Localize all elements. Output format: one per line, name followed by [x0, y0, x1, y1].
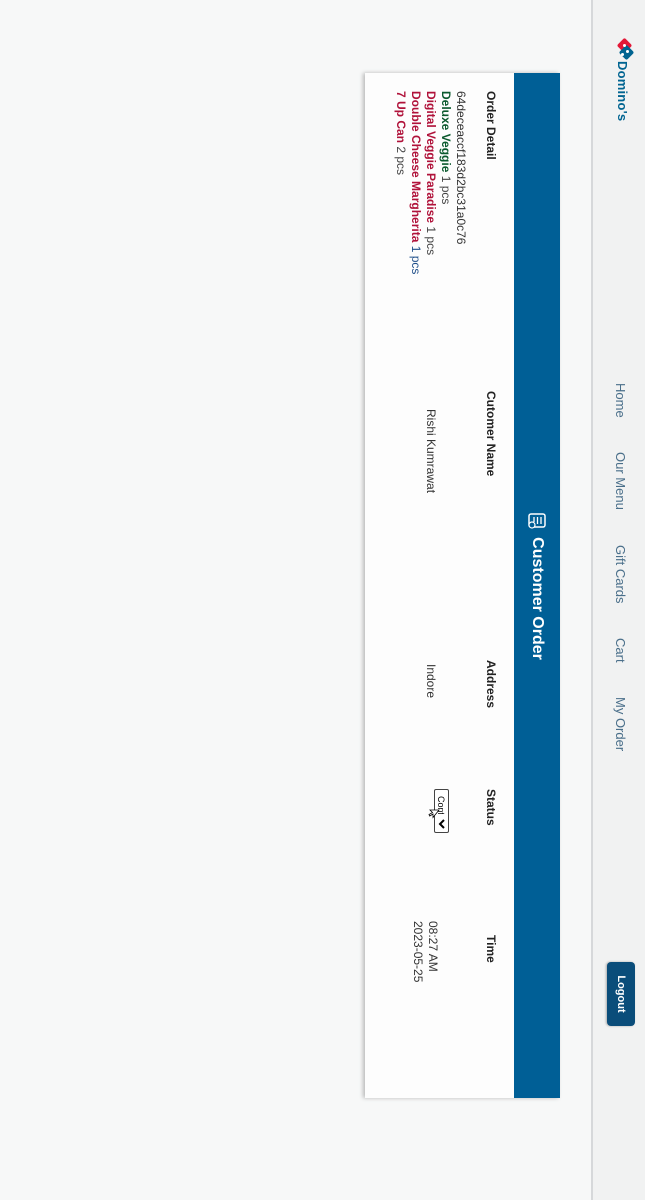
time-cell: 08:27 AM 2023-05-25 — [410, 921, 440, 982]
order-detail-cell: 64deceaccf183d2bc31a0c76 Deluxe Veggie 1… — [393, 91, 468, 274]
order-item: Double Cheese Margherita 1 pcs — [408, 91, 423, 274]
item-qty: 1 pcs — [439, 175, 453, 205]
col-address: Address — [484, 660, 498, 709]
brand[interactable]: Domino's — [614, 37, 635, 122]
customer-name-cell: Rishi Kumrawat — [424, 409, 438, 494]
item-qty: 2 pcs — [394, 146, 408, 176]
nav-link-gift-cards[interactable]: Gift Cards — [613, 545, 628, 604]
customer-order-card: Customer Order Order Detail Cutomer Name… — [365, 73, 560, 1098]
item-name: Digital Veggie Paradise — [424, 91, 438, 224]
item-name: Double Cheese Margherita — [409, 91, 423, 243]
item-qty: 1 pcs — [409, 245, 423, 275]
order-list-icon — [528, 513, 546, 529]
navbar: Domino's Home Our Menu Gift Cards Cart M… — [591, 0, 645, 1200]
col-time: Time — [484, 935, 498, 963]
page: Domino's Home Our Menu Gift Cards Cart M… — [0, 0, 645, 1200]
order-id: 64deceaccf183d2bc31a0c76 — [454, 91, 468, 245]
col-order-detail: Order Detail — [484, 91, 498, 160]
order-item: Digital Veggie Paradise 1 pcs — [423, 91, 438, 274]
order-item: Deluxe Veggie 1 pcs — [438, 91, 453, 274]
logout-button[interactable]: Logout — [607, 962, 635, 1026]
domino-logo-icon — [614, 37, 635, 61]
card-title: Customer Order — [529, 537, 546, 660]
item-name: Deluxe Veggie — [439, 91, 453, 173]
order-date: 2023-05-25 — [411, 921, 425, 983]
item-name: 7 Up Can — [394, 91, 408, 144]
nav-link-cart[interactable]: Cart — [613, 638, 628, 663]
nav-link-our-menu[interactable]: Our Menu — [613, 452, 628, 510]
col-customer-name: Cutomer Name — [484, 391, 498, 477]
col-status: Status — [484, 789, 498, 826]
brand-name: Domino's — [615, 61, 631, 122]
order-item: 7 Up Can 2 pcs — [393, 91, 408, 274]
nav-link-home[interactable]: Home — [613, 383, 628, 418]
order-time: 08:27 AM — [426, 921, 440, 972]
cursor-icon — [428, 809, 440, 819]
address-cell: Indore — [424, 664, 438, 699]
card-header: Customer Order — [514, 73, 560, 1098]
item-qty: 1 pcs — [424, 226, 438, 256]
nav-link-my-order[interactable]: My Order — [613, 697, 628, 751]
